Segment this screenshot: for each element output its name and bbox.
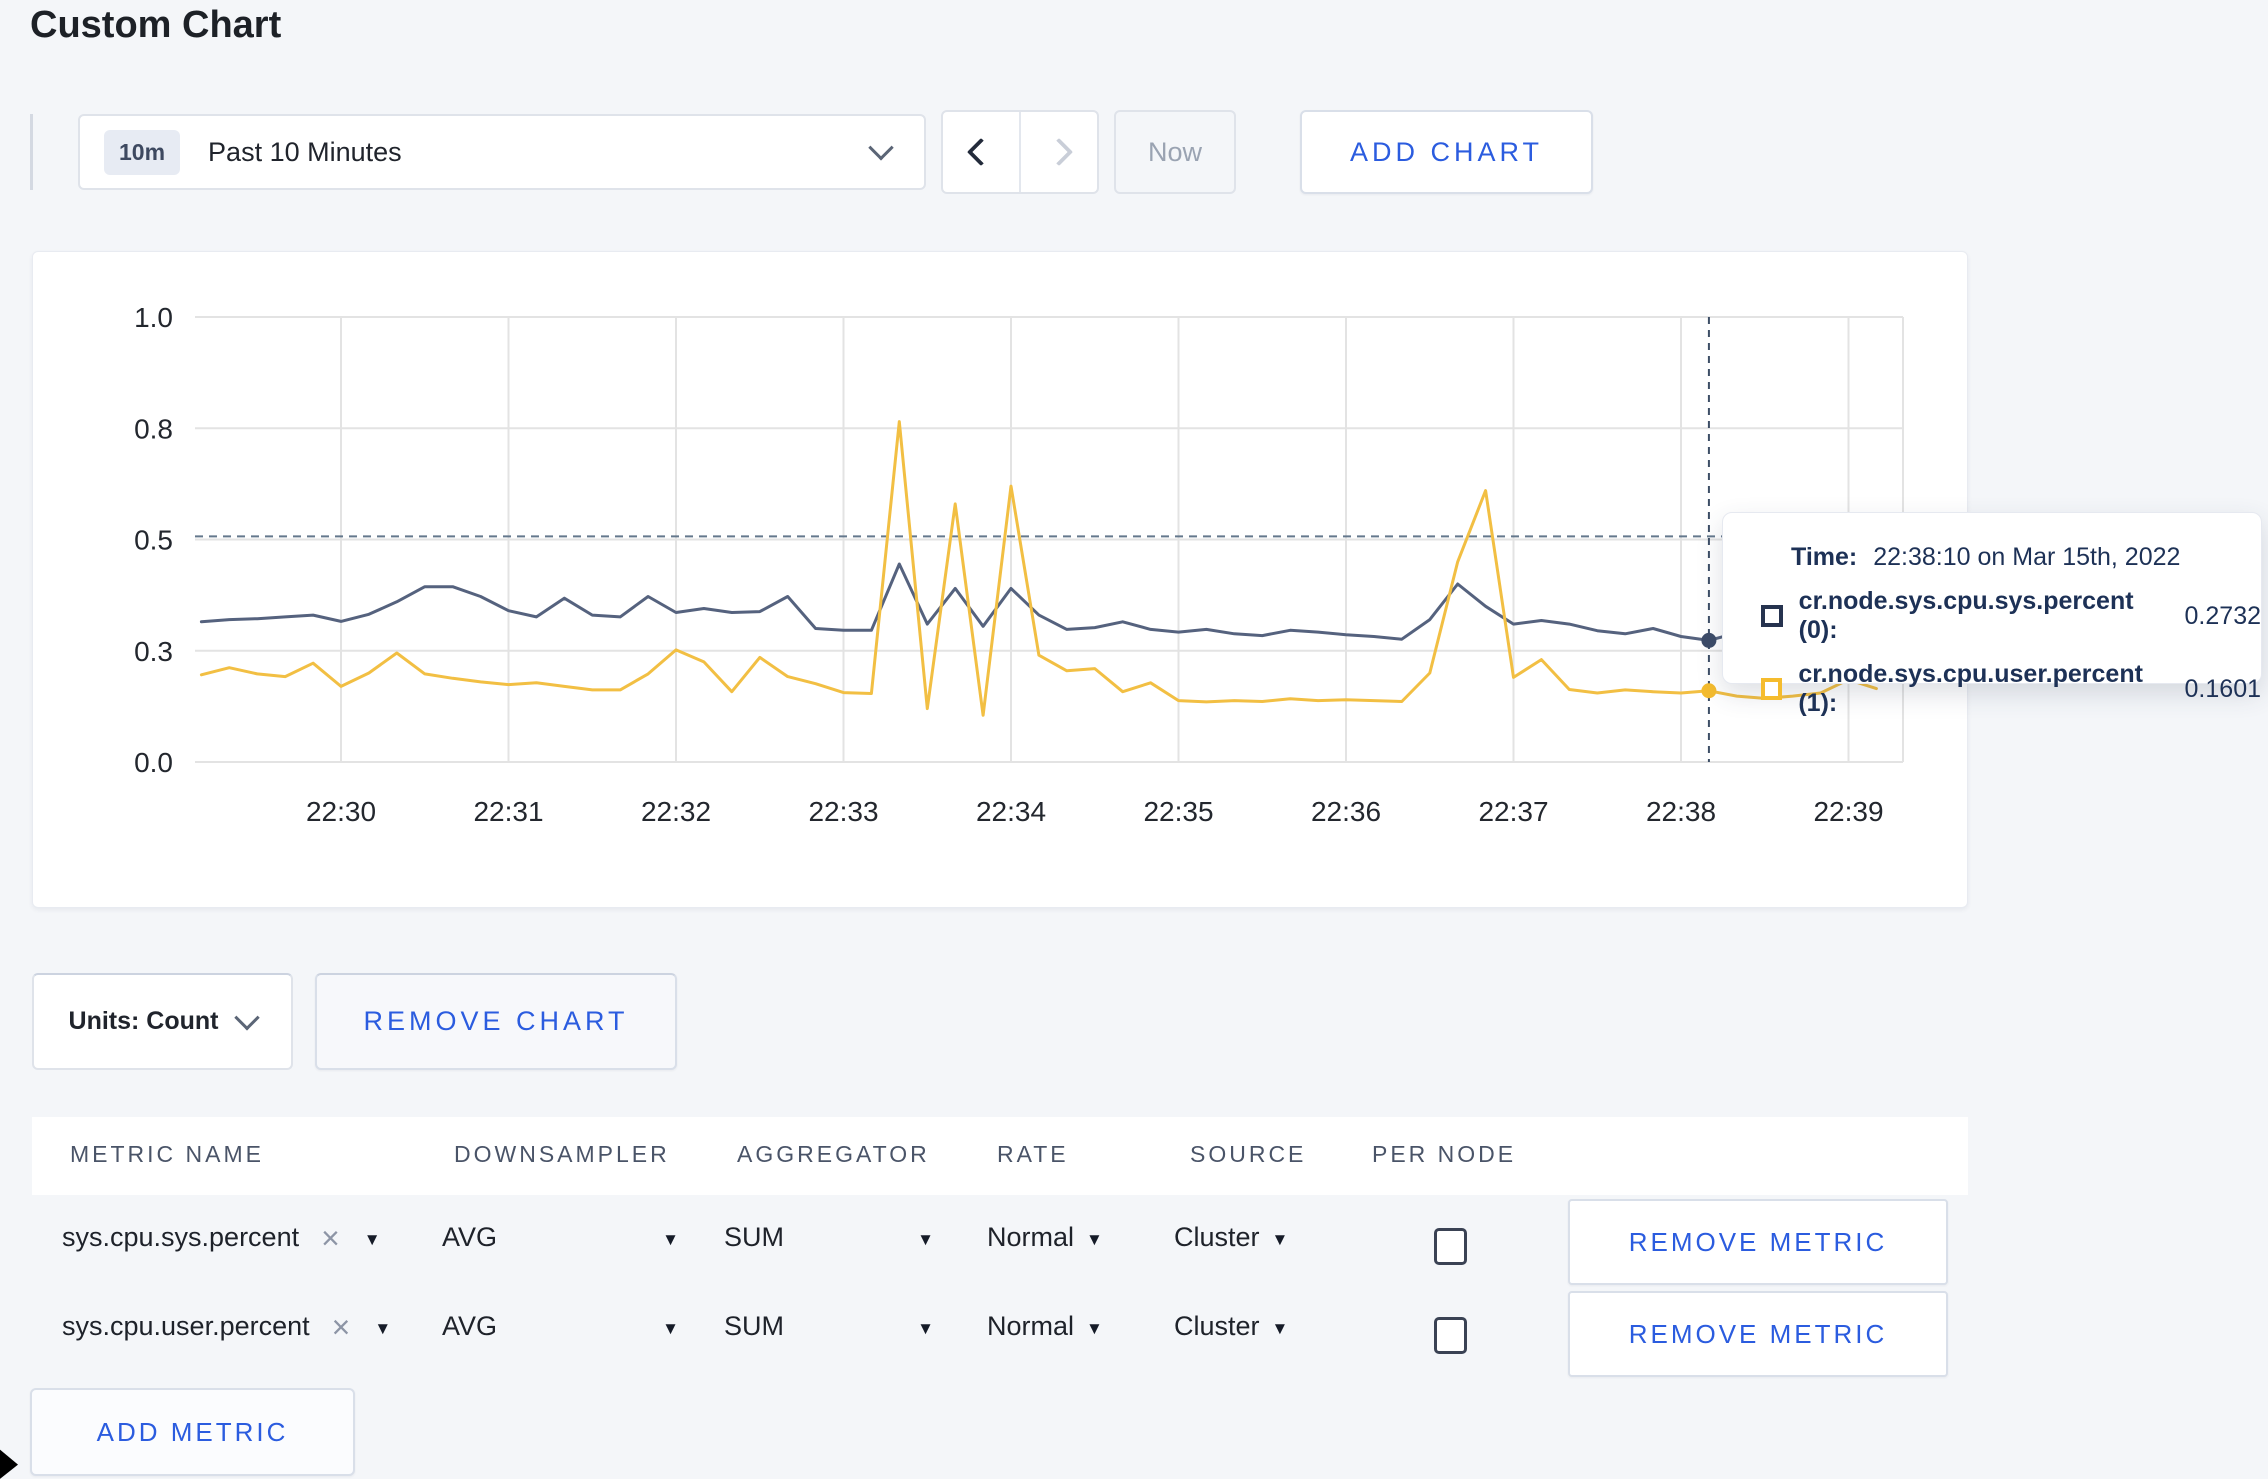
rate-select[interactable]: Normal	[987, 1222, 1103, 1253]
per-node-cell	[1434, 1317, 1467, 1354]
column-header-source: SOURCE	[1190, 1141, 1307, 1167]
x-axis-tick-label: 22:34	[976, 796, 1046, 827]
tooltip-series-name: cr.node.sys.cpu.user.percent (1):	[1798, 660, 2143, 717]
dropdown-caret-icon	[917, 1230, 934, 1250]
prev-timewindow-button[interactable]	[943, 112, 1019, 192]
source-select[interactable]: Cluster	[1174, 1311, 1288, 1342]
dropdown-caret-icon	[1272, 1319, 1289, 1339]
metric-name-value: sys.cpu.user.percent	[62, 1311, 310, 1341]
tooltip-series-row: cr.node.sys.cpu.sys.percent (0): 0.2732	[1761, 587, 2261, 645]
y-axis-tick-label: 0.0	[134, 747, 173, 778]
x-axis-tick-label: 22:39	[1813, 796, 1883, 827]
column-header-aggregator: AGGREGATOR	[737, 1141, 930, 1167]
metric-name-dropdown[interactable]: sys.cpu.user.percent	[62, 1311, 391, 1342]
tooltip-series-value: 0.2732	[2184, 601, 2261, 630]
chart-tooltip: Time: 22:38:10 on Mar 15th, 2022 cr.node…	[1722, 512, 2262, 717]
tooltip-series-row: cr.node.sys.cpu.user.percent (1): 0.1601	[1761, 660, 2261, 718]
aggregator-value: SUM	[724, 1311, 784, 1341]
remove-metric-button[interactable]: REMOVE METRIC	[1568, 1291, 1948, 1377]
dropdown-caret-icon	[374, 1319, 391, 1339]
clear-metric-icon[interactable]	[332, 1317, 351, 1337]
remove-metric-button[interactable]: REMOVE METRIC	[1568, 1199, 1948, 1285]
series-swatch-icon	[1761, 605, 1783, 627]
tooltip-time-label: Time:	[1791, 543, 1858, 571]
now-button[interactable]: Now	[1114, 110, 1236, 194]
dropdown-caret-icon	[917, 1319, 934, 1339]
y-axis-tick-label: 0.8	[134, 413, 173, 444]
time-range-label: Past 10 Minutes	[208, 136, 402, 167]
add-metric-button[interactable]: ADD METRIC	[30, 1388, 355, 1476]
y-axis-tick-label: 0.3	[134, 636, 173, 667]
column-header-downsampler: DOWNSAMPLER	[454, 1141, 670, 1167]
tooltip-time-row: Time: 22:38:10 on Mar 15th, 2022	[1791, 543, 2261, 572]
per-node-checkbox[interactable]	[1434, 1228, 1467, 1265]
highlight-dot	[1701, 632, 1717, 648]
per-node-checkbox[interactable]	[1434, 1317, 1467, 1354]
add-chart-button[interactable]: ADD CHART	[1300, 110, 1593, 194]
aggregator-select[interactable]: SUM	[724, 1222, 934, 1253]
remove-chart-button[interactable]: REMOVE CHART	[315, 973, 677, 1070]
metrics-table-header: METRIC NAME DOWNSAMPLER AGGREGATOR RATE …	[32, 1117, 1968, 1195]
series-swatch-icon	[1761, 678, 1783, 700]
chevron-right-icon	[1044, 137, 1074, 167]
source-select[interactable]: Cluster	[1174, 1222, 1288, 1253]
column-header-per-node: PER NODE	[1372, 1141, 1517, 1167]
time-range-dropdown[interactable]: 10m Past 10 Minutes	[78, 114, 926, 190]
downsampler-value: AVG	[442, 1311, 498, 1341]
mouse-cursor	[0, 1443, 18, 1479]
chart-card[interactable]: 0.0 0.3 0.5 0.8 1.0 22:30 22:31 22:32 22:33 22:34…	[32, 251, 1968, 908]
chevron-down-icon	[234, 1004, 261, 1030]
dropdown-caret-icon	[1086, 1319, 1103, 1339]
rate-value: Normal	[987, 1222, 1075, 1252]
chevron-down-icon	[868, 135, 894, 161]
units-dropdown[interactable]: Units: Count	[32, 973, 293, 1070]
rate-value: Normal	[987, 1311, 1075, 1341]
clear-metric-icon[interactable]	[321, 1228, 340, 1248]
tooltip-time-value: 22:38:10 on Mar 15th, 2022	[1873, 543, 2181, 571]
dropdown-caret-icon	[364, 1230, 381, 1250]
series-line	[199, 562, 1878, 642]
x-axis-tick-label: 22:30	[306, 796, 376, 827]
y-axis-tick-label: 1.0	[134, 302, 173, 333]
dropdown-caret-icon	[662, 1319, 679, 1339]
x-axis-tick-label: 22:36	[1311, 796, 1381, 827]
dropdown-caret-icon	[1272, 1230, 1289, 1250]
dropdown-caret-icon	[662, 1230, 679, 1250]
tooltip-series-value: 0.1601	[2184, 674, 2261, 703]
chevron-left-icon	[966, 137, 996, 167]
source-value: Cluster	[1174, 1222, 1260, 1252]
next-timewindow-button[interactable]	[1019, 112, 1097, 192]
highlight-dot	[1701, 683, 1717, 699]
timeseries-chart[interactable]: 0.0 0.3 0.5 0.8 1.0 22:30 22:31 22:32 22:33 22:34…	[33, 252, 1969, 909]
column-header-rate: RATE	[997, 1141, 1069, 1167]
timewindow-divider	[30, 114, 33, 190]
downsampler-value: AVG	[442, 1222, 498, 1252]
aggregator-value: SUM	[724, 1222, 784, 1252]
x-axis-tick-label: 22:38	[1646, 796, 1716, 827]
per-node-cell	[1434, 1228, 1467, 1265]
aggregator-select[interactable]: SUM	[724, 1311, 934, 1342]
rate-select[interactable]: Normal	[987, 1311, 1103, 1342]
y-axis-tick-label: 0.5	[134, 525, 173, 556]
units-label: Units: Count	[68, 1007, 219, 1035]
x-axis-tick-label: 22:37	[1478, 796, 1548, 827]
x-axis-tick-label: 22:31	[473, 796, 543, 827]
column-header-metric-name: METRIC NAME	[70, 1141, 264, 1167]
dropdown-caret-icon	[1086, 1230, 1103, 1250]
x-axis-tick-label: 22:32	[641, 796, 711, 827]
series-line	[199, 420, 1878, 717]
page-title: Custom Chart	[30, 4, 282, 46]
x-axis-tick-label: 22:33	[808, 796, 878, 827]
downsampler-select[interactable]: AVG	[442, 1311, 679, 1342]
metric-name-value: sys.cpu.sys.percent	[62, 1222, 300, 1252]
downsampler-select[interactable]: AVG	[442, 1222, 679, 1253]
time-nav-group	[941, 110, 1099, 194]
metric-name-dropdown[interactable]: sys.cpu.sys.percent	[62, 1222, 381, 1253]
x-axis-tick-label: 22:35	[1143, 796, 1213, 827]
source-value: Cluster	[1174, 1311, 1260, 1341]
tooltip-series-name: cr.node.sys.cpu.sys.percent (0):	[1798, 587, 2134, 644]
time-range-badge: 10m	[104, 129, 181, 175]
